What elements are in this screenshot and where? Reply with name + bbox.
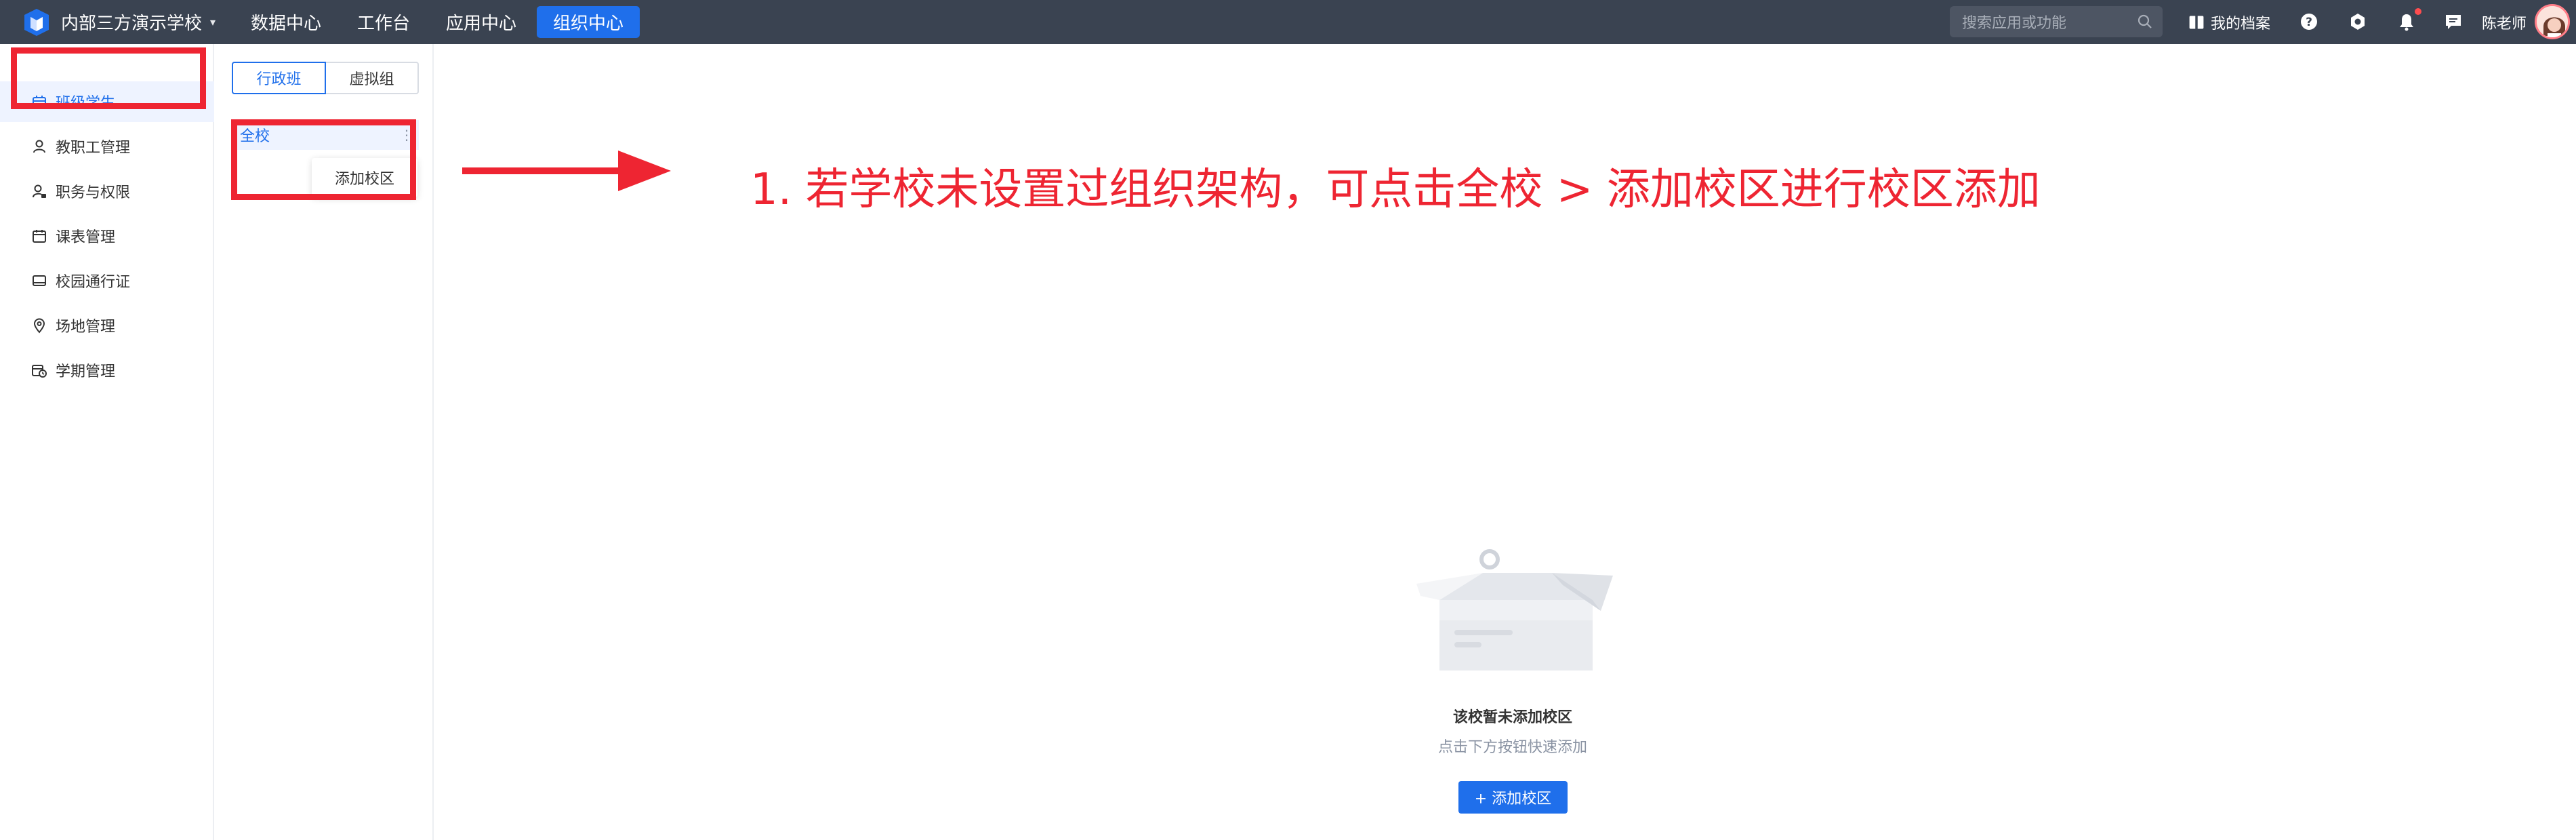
nav-label: 组织中心 <box>553 14 624 34</box>
sidebar-item-venues[interactable]: 场地管理 <box>0 305 214 346</box>
bell-icon[interactable] <box>2396 12 2417 32</box>
person-icon <box>33 140 45 153</box>
sidebar-item-label: 场地管理 <box>56 319 116 336</box>
search-input[interactable]: 搜索应用或功能 <box>1950 6 2163 37</box>
nav-data-center[interactable]: 数据中心 <box>251 0 321 44</box>
user-name-label: 陈老师 <box>2482 15 2527 33</box>
avatar[interactable] <box>2535 4 2570 39</box>
nav-label: 数据中心 <box>251 14 322 34</box>
sidebar-item-staff[interactable]: 教职工管理 <box>0 126 214 167</box>
add-campus-button-label: + 添加校区 <box>1474 791 1552 807</box>
school-name: 内部三方演示学校 <box>61 14 203 34</box>
sidebar-item-label: 职务与权限 <box>56 184 131 201</box>
nav-label: 应用中心 <box>446 14 517 34</box>
empty-box-illustration <box>1416 549 1613 671</box>
nav-workbench[interactable]: 工作台 <box>357 0 410 44</box>
message-icon[interactable] <box>2443 12 2463 32</box>
location-icon <box>33 318 45 334</box>
my-profile-link[interactable]: 我的档案 <box>2188 0 2270 44</box>
nav-label: 工作台 <box>357 14 411 34</box>
calendar-icon <box>33 230 46 243</box>
caret-down-icon: ▾ <box>210 16 216 28</box>
calendar-clock-icon <box>32 365 47 378</box>
notification-dot <box>2415 8 2421 15</box>
svg-text:?: ? <box>2306 16 2312 29</box>
sidebar-item-semesters[interactable]: 学期管理 <box>0 350 214 391</box>
nav-org-center[interactable]: 组织中心 <box>537 6 640 38</box>
card-icon <box>33 275 46 286</box>
add-campus-button[interactable]: + 添加校区 <box>1458 781 1568 814</box>
my-profile-label: 我的档案 <box>2211 15 2271 33</box>
sidebar-item-label: 学期管理 <box>56 363 116 380</box>
highlight-box-tree <box>231 119 416 200</box>
nav-app-center[interactable]: 应用中心 <box>446 0 516 44</box>
sidebar-item-campus-pass[interactable]: 校园通行证 <box>0 260 214 301</box>
tab-virtual-group[interactable]: 虚拟组 <box>326 62 419 94</box>
settings-icon[interactable] <box>2348 12 2368 32</box>
school-logo-icon <box>24 9 49 36</box>
search-placeholder: 搜索应用或功能 <box>1962 15 2067 32</box>
user-name[interactable]: 陈老师 <box>2482 0 2527 44</box>
sidebar-item-label: 教职工管理 <box>56 140 131 157</box>
sidebar-item-label: 课表管理 <box>56 229 116 246</box>
sidebar-item-timetable[interactable]: 课表管理 <box>0 216 214 256</box>
profile-card-icon <box>2189 15 2204 29</box>
sidebar-item-roles[interactable]: 职务与权限 <box>0 171 214 212</box>
top-navigation-bar: 内部三方演示学校 ▾ 数据中心 工作台 应用中心 组织中心 搜索应用或功能 我的… <box>0 0 2576 44</box>
tab-label: 虚拟组 <box>349 71 394 88</box>
annotation-arrow-icon <box>462 151 671 191</box>
tab-label: 行政班 <box>256 71 302 88</box>
search-icon <box>2138 14 2152 28</box>
avatar-icon <box>2537 6 2568 37</box>
person-lock-icon <box>33 184 46 198</box>
highlight-box-sidebar <box>11 47 206 109</box>
left-sidebar: 班级学生 教职工管理 职务与权限 课表管理 校园通行证 场地管理 学期管理 <box>0 44 214 840</box>
empty-state-subtitle: 点击下方按钮快速添加 <box>1437 739 1587 756</box>
school-switcher[interactable]: 内部三方演示学校 ▾ <box>61 0 216 44</box>
help-icon[interactable]: ? <box>2299 12 2319 32</box>
class-type-switch: 行政班 虚拟组 <box>232 62 419 94</box>
sidebar-item-label: 校园通行证 <box>56 274 131 291</box>
tab-admin-class[interactable]: 行政班 <box>232 62 326 94</box>
annotation-text: 1. 若学校未设置过组织架构，可点击全校 > 添加校区进行校区添加 <box>750 165 2041 215</box>
empty-state-title: 该校暂未添加校区 <box>1452 709 1572 726</box>
